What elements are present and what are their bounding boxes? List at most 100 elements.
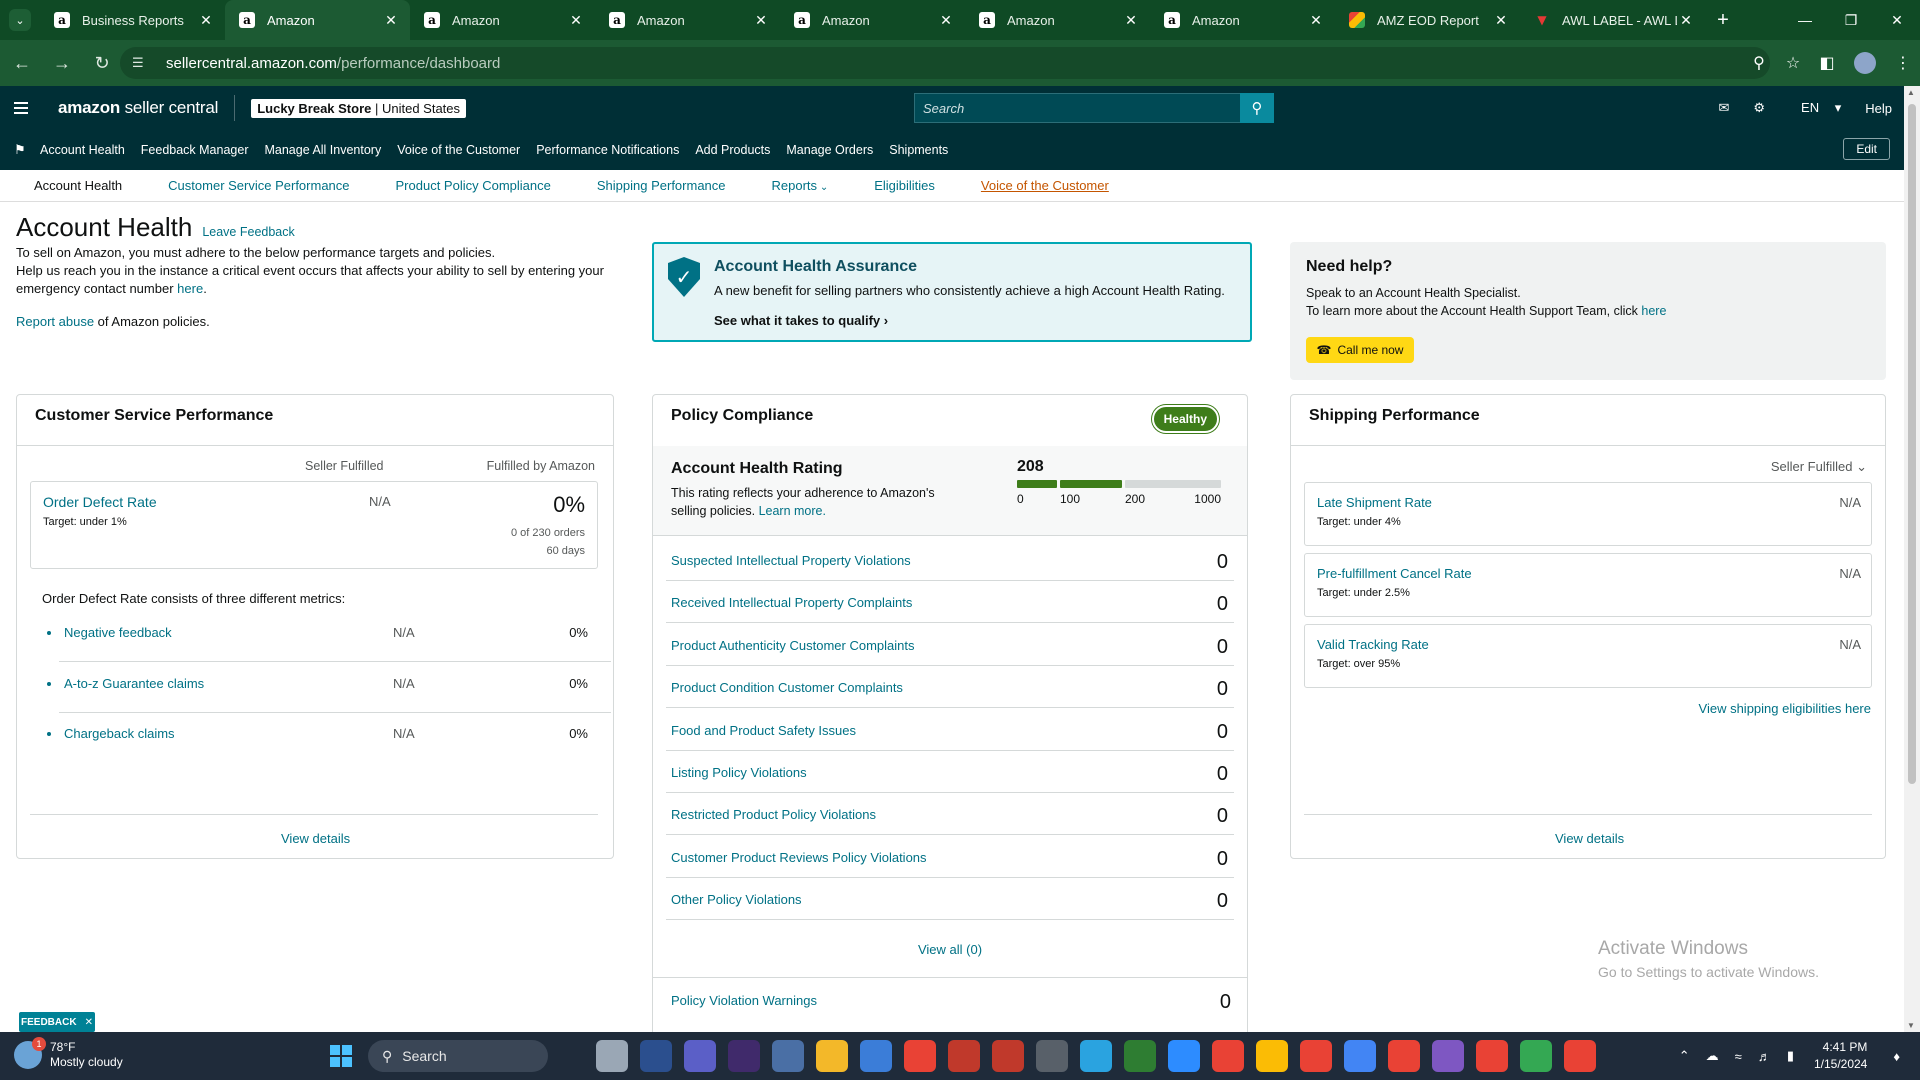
browser-tab[interactable]: AMZ EOD Report ✕ [1335, 0, 1520, 40]
taskbar-app-icon[interactable] [1520, 1040, 1552, 1072]
taskbar-app-icon[interactable] [640, 1040, 672, 1072]
policy-link[interactable]: Restricted Product Policy Violations [671, 807, 876, 822]
policy-link[interactable]: Customer Product Reviews Policy Violatio… [671, 850, 927, 865]
browser-tab[interactable]: a Amazon ✕ [1150, 0, 1335, 40]
close-window-icon[interactable]: ✕ [1874, 0, 1920, 40]
nav-item[interactable]: Manage Orders [786, 143, 873, 157]
feedback-tab[interactable]: FEEDBACK ✕ [19, 1012, 95, 1032]
taskbar-app-icon[interactable] [992, 1040, 1024, 1072]
language-selector[interactable]: EN ▾ [1789, 100, 1841, 116]
taskbar-app-icon[interactable] [596, 1040, 628, 1072]
profile-avatar[interactable] [1854, 52, 1876, 74]
taskbar-app-icon[interactable] [684, 1040, 716, 1072]
minimize-icon[interactable]: — [1782, 0, 1828, 40]
search-icon[interactable]: ⚲ [1240, 93, 1274, 123]
notification-bell-icon[interactable]: ♦ [1893, 1049, 1900, 1064]
close-tab-icon[interactable]: ✕ [1677, 12, 1695, 29]
taskbar-app-icon[interactable] [1300, 1040, 1332, 1072]
windows-start-icon[interactable] [330, 1045, 352, 1067]
mail-icon[interactable]: ✉ [1718, 100, 1729, 116]
browser-tab[interactable]: ▼ AWL LABEL - AWL LA✕ [1520, 0, 1705, 40]
taskbar-app-icon[interactable] [816, 1040, 848, 1072]
speaker-icon[interactable]: ♬ [1758, 1049, 1771, 1064]
site-info-icon[interactable]: ☰ [132, 54, 150, 72]
search-input[interactable]: Search [914, 93, 1244, 123]
subnav-item[interactable]: Product Policy Compliance [396, 178, 551, 193]
fulfillment-filter-dropdown[interactable]: Seller Fulfilled ⌄ [1771, 459, 1867, 475]
metric-link[interactable]: Chargeback claims [64, 726, 175, 741]
leave-feedback-link[interactable]: Leave Feedback [202, 225, 294, 239]
close-tab-icon[interactable]: ✕ [1122, 12, 1140, 29]
nav-item[interactable]: Performance Notifications [536, 143, 679, 157]
taskbar-app-icon[interactable] [1124, 1040, 1156, 1072]
nav-item[interactable]: Add Products [695, 143, 770, 157]
browser-tab[interactable]: a Business Reports ✕ [40, 0, 225, 40]
policy-link[interactable]: Suspected Intellectual Property Violatio… [671, 553, 911, 568]
subnav-item[interactable]: Eligibilities [874, 178, 935, 193]
subnav-item[interactable]: Shipping Performance [597, 178, 726, 193]
bookmark-star-icon[interactable]: ☆ [1776, 53, 1810, 73]
page-scrollbar[interactable]: ▲ ▼ [1904, 86, 1920, 1032]
taskbar-app-icon[interactable] [1476, 1040, 1508, 1072]
metric-link[interactable]: A-to-z Guarantee claims [64, 676, 204, 691]
back-button[interactable]: ← [4, 45, 40, 81]
policy-link[interactable]: Received Intellectual Property Complaint… [671, 595, 912, 610]
chevron-up-icon[interactable]: ⌃ [1679, 1048, 1690, 1064]
nav-item[interactable]: Manage All Inventory [264, 143, 381, 157]
reload-button[interactable]: ↻ [84, 45, 120, 81]
taskbar-app-icon[interactable] [1564, 1040, 1596, 1072]
gear-icon[interactable]: ⚙ [1753, 100, 1765, 116]
view-all-link[interactable]: View all (0) [653, 942, 1247, 957]
restore-icon[interactable]: ❐ [1828, 0, 1874, 40]
close-icon[interactable]: ✕ [85, 1017, 93, 1028]
new-tab-button[interactable]: + [1705, 9, 1741, 32]
shipping-metric-link[interactable]: Pre-fulfillment Cancel Rate [1317, 566, 1472, 581]
close-tab-icon[interactable]: ✕ [1492, 12, 1510, 29]
side-panel-icon[interactable]: ◧ [1810, 53, 1844, 73]
subnav-item[interactable]: Account Health [34, 178, 122, 193]
shipping-view-details-link[interactable]: View details [1555, 831, 1624, 846]
hamburger-menu-icon[interactable] [0, 102, 42, 114]
taskbar-app-icon[interactable] [772, 1040, 804, 1072]
emergency-contact-link[interactable]: here [177, 281, 203, 296]
taskbar-app-icon[interactable] [1344, 1040, 1376, 1072]
store-switcher[interactable]: Lucky Break Store | United States [251, 98, 467, 118]
subnav-item[interactable]: Customer Service Performance [168, 178, 349, 193]
report-abuse-link[interactable]: Report abuse [16, 314, 94, 329]
battery-icon[interactable]: ▮ [1787, 1048, 1794, 1064]
cloud-icon[interactable]: ☁ [1706, 1048, 1719, 1064]
taskbar-app-icon[interactable] [1256, 1040, 1288, 1072]
shipping-metric-link[interactable]: Valid Tracking Rate [1317, 637, 1429, 652]
edit-nav-button[interactable]: Edit [1843, 138, 1890, 160]
wifi-icon[interactable]: ≈ [1735, 1049, 1742, 1064]
taskbar-search[interactable]: ⚲ Search [368, 1040, 548, 1072]
nav-item[interactable]: Account Health [40, 143, 125, 157]
taskbar-app-icon[interactable] [1080, 1040, 1112, 1072]
taskbar-app-icon[interactable] [860, 1040, 892, 1072]
taskbar-app-icon[interactable] [1036, 1040, 1068, 1072]
learn-more-link[interactable]: Learn more. [759, 504, 826, 518]
taskbar-app-icon[interactable] [1388, 1040, 1420, 1072]
weather-widget[interactable]: 1 78°F Mostly cloudy [14, 1037, 123, 1070]
close-tab-icon[interactable]: ✕ [752, 12, 770, 29]
browser-tab[interactable]: a Amazon ✕ [410, 0, 595, 40]
taskbar-app-icon[interactable] [1432, 1040, 1464, 1072]
close-tab-icon[interactable]: ✕ [1307, 12, 1325, 29]
taskbar-app-icon[interactable] [1212, 1040, 1244, 1072]
seller-central-logo[interactable]: amazon seller central [58, 98, 218, 118]
close-tab-icon[interactable]: ✕ [937, 12, 955, 29]
scroll-down-icon[interactable]: ▼ [1907, 1021, 1915, 1030]
close-tab-icon[interactable]: ✕ [197, 12, 215, 29]
shipping-metric-link[interactable]: Late Shipment Rate [1317, 495, 1432, 510]
subnav-item[interactable]: Reports ⌄ [772, 178, 829, 193]
close-tab-icon[interactable]: ✕ [382, 12, 400, 29]
scroll-up-icon[interactable]: ▲ [1907, 88, 1915, 97]
policy-link[interactable]: Product Authenticity Customer Complaints [671, 638, 915, 653]
policy-violation-warnings-link[interactable]: Policy Violation Warnings [671, 993, 817, 1008]
taskbar-app-icon[interactable] [904, 1040, 936, 1072]
browser-tab[interactable]: a Amazon ✕ [595, 0, 780, 40]
bookmark-icon[interactable]: ⚑ [0, 142, 40, 158]
more-options-icon[interactable]: ⋮ [1886, 53, 1920, 73]
tab-search-button[interactable]: ⌄ [0, 0, 40, 40]
csp-view-details-link[interactable]: View details [281, 831, 350, 846]
